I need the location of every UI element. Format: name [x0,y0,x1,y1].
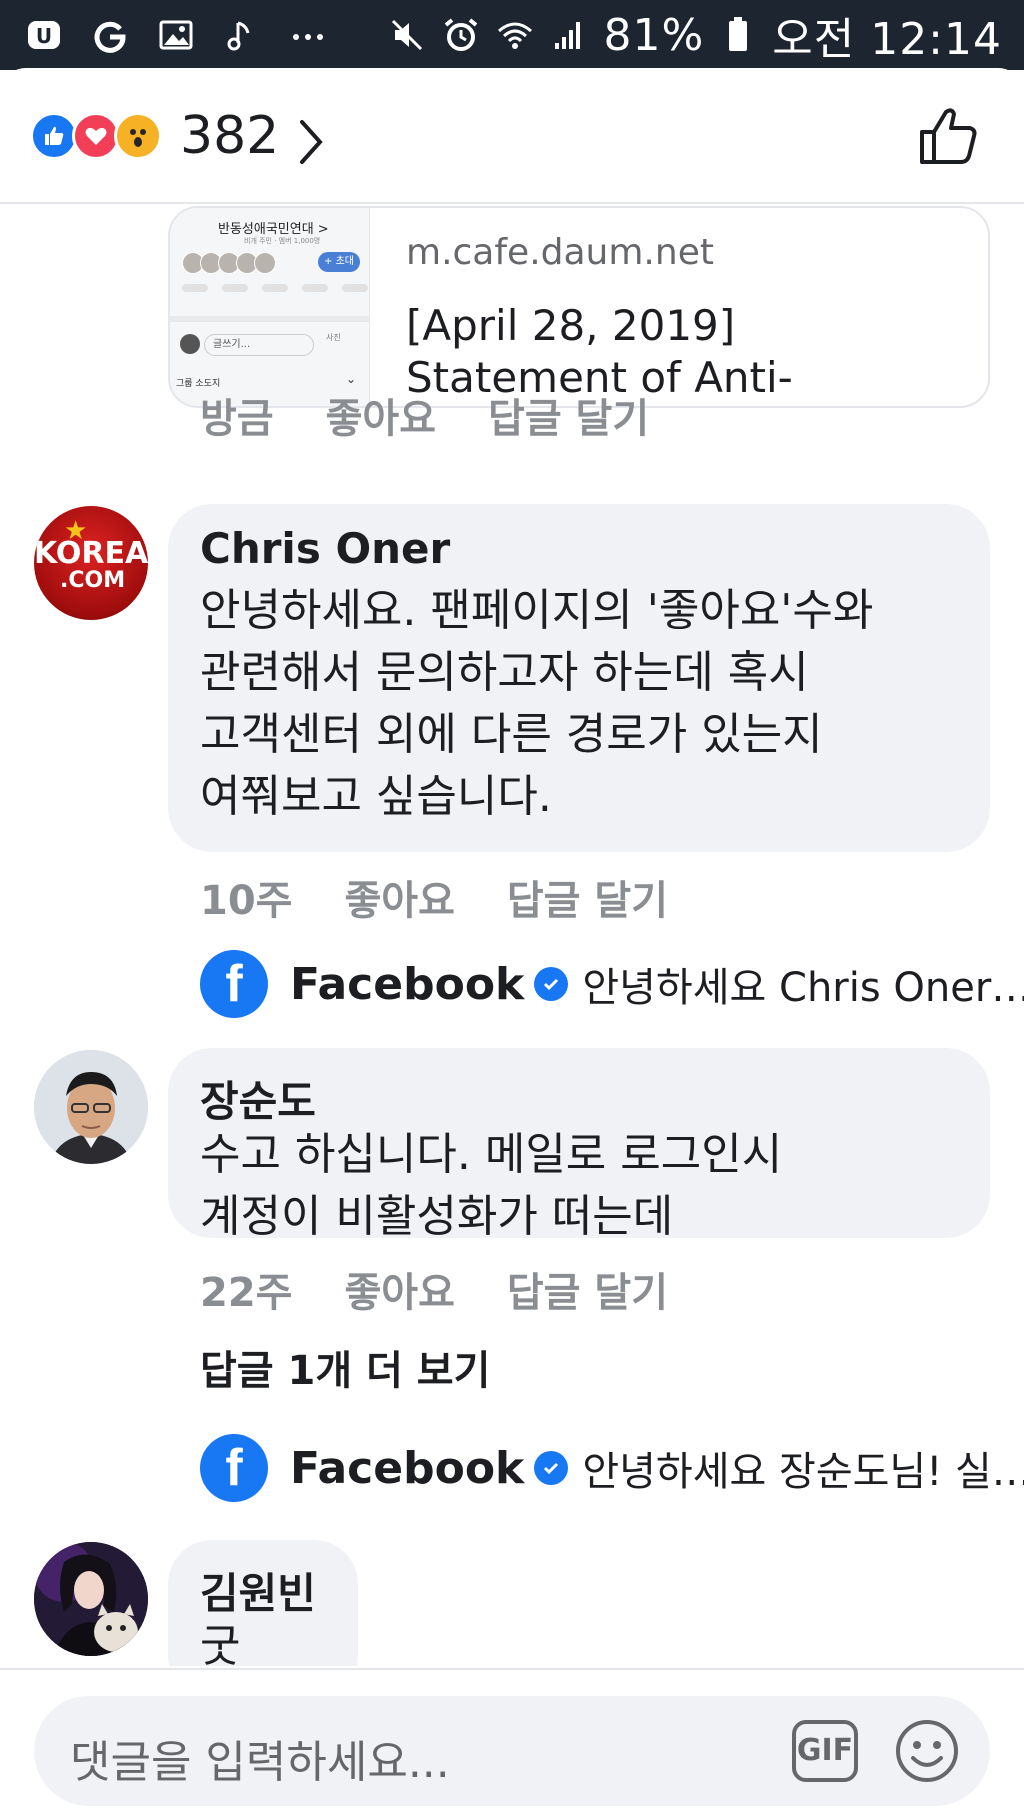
comment-reply-link[interactable]: 답글 달기 [507,1260,668,1318]
avatar-logo-mark: KOREA [34,536,148,571]
mute-icon [387,15,427,55]
gallery-icon [156,15,196,55]
thumb-photo-label: 사진 [326,333,341,342]
battery-icon [718,15,758,55]
comment-line: 관련해서 문의하고자 하는데 혹시 [200,647,809,698]
love-reaction-icon [72,112,120,160]
link-domain: m.cafe.daum.net [406,232,714,273]
like-post-button[interactable] [916,104,980,168]
comment-meta: 22주 좋아요 답글 달기 [200,1260,720,1318]
reaction-count[interactable]: 382 [180,106,279,166]
more-notifications-icon [288,15,328,55]
verified-badge-icon [534,967,569,1001]
comment-line: 고객센터 외에 다른 경로가 있는지 [200,709,823,760]
thumb-invite-button: + 초대 [318,252,360,272]
comment-time: 10주 [200,878,293,924]
comment-like-link[interactable]: 좋아요 [344,1260,454,1318]
app-notification-icon: U [24,15,64,55]
comment-line: 수고 하십니다. 메일로 로그인시 [200,1129,783,1180]
emoji-icon[interactable] [894,1718,960,1784]
thumb-member-avatars [182,252,276,274]
comment-text: 안녕하세요. 팬페이지의 '좋아요'수와 관련해서 문의하고자 하는데 혹시 고… [200,580,873,828]
thumb-divider [170,316,370,322]
avatar-logo-mark: .COM [60,568,126,593]
like-reaction-icon [30,112,78,160]
reply-snippet: 안녕하세요 장순도님! 실… [582,1449,1024,1495]
reaction-summary[interactable] [30,112,162,160]
reply-preview[interactable]: f Facebook 안녕하세요 장순도님! 실… [200,1432,1024,1504]
avatar[interactable] [34,1050,148,1164]
thumb-write-field: 글쓰기... [204,334,314,356]
facebook-logo-icon: f [200,1434,268,1502]
reactions-header: 382 [0,68,1024,204]
chevron-right-icon[interactable] [292,112,332,172]
reply-author: Facebook [290,1442,525,1494]
avatar[interactable]: ★ KOREA .COM [34,506,148,620]
wifi-icon [495,15,535,55]
comment-time: 방금 [200,396,274,442]
comment-list: 반동성애국민연대 > 비개 주민 · 멤버 1,000명 + 초대 글쓰기...… [0,206,1024,1666]
music-note-icon [222,15,262,55]
thumb-tabs [182,284,368,292]
comment-reply-link[interactable]: 답글 달기 [507,868,668,926]
facebook-logo-icon: f [200,950,268,1018]
thumb-title: 반동성애국민연대 > [218,222,329,237]
comment-input[interactable]: 댓글을 입력하세요... GIF [34,1696,990,1806]
comment-reply-link[interactable]: 답글 달기 [488,386,649,444]
comment-line: 굿 [200,1621,241,1666]
comment-text: 굿 [200,1616,240,1666]
comment-input-placeholder: 댓글을 입력하세요... [70,1737,450,1788]
svg-text:U: U [36,24,52,48]
gif-button[interactable]: GIF [792,1720,858,1782]
comment-meta: 방금 좋아요 답글 달기 [200,386,701,444]
comment-like-link[interactable]: 좋아요 [326,386,436,444]
thumb-subtitle: 비개 주민 · 멤버 1,000명 [244,237,321,245]
comment-text: 수고 하십니다. 메일로 로그인시 계정이 비활성화가 떠는데 [200,1124,782,1248]
verified-badge-icon [534,1451,569,1485]
view-more-replies-link[interactable]: 답글 1개 더 보기 [200,1338,490,1396]
comments-sheet: 382 반동성애국민연대 > 비개 주민 · 멤버 1,000명 + 초대 글쓰… [0,68,1024,1820]
comment-line: 여쭤보고 싶습니다. [200,771,552,822]
link-preview-card[interactable]: 반동성애국민연대 > 비개 주민 · 멤버 1,000명 + 초대 글쓰기...… [168,206,990,408]
comment-composer: 댓글을 입력하세요... GIF [0,1668,1024,1820]
google-icon [90,15,130,55]
signal-icon [549,15,589,55]
alarm-icon [441,15,481,55]
reply-preview[interactable]: f Facebook 안녕하세요 Chris Oner… [200,948,1024,1020]
status-bar: U 81% 오전 12:14 [0,0,1024,70]
wow-reaction-icon [114,112,162,160]
thumb-user-avatar [180,334,200,354]
clock: 오전 12:14 [772,14,1002,65]
reply-snippet: 안녕하세요 Chris Oner… [582,965,1024,1011]
comment-line: 안녕하세요. 팬페이지의 '좋아요'수와 [200,585,874,636]
comment-meta: 10주 좋아요 답글 달기 [200,868,720,926]
battery-percent: 81% [603,9,705,61]
avatar[interactable] [34,1542,148,1656]
comment-author[interactable]: Chris Oner [200,524,450,573]
comment-like-link[interactable]: 좋아요 [344,868,454,926]
comment-line: 계정이 비활성화가 떠는데 [200,1191,674,1242]
link-thumbnail: 반동성애국민연대 > 비개 주민 · 멤버 1,000명 + 초대 글쓰기...… [170,208,370,406]
thumb-chevron-down-icon: ⌄ [346,372,357,386]
comment-author[interactable]: 김원빈 [200,1560,316,1621]
comment-time: 22주 [200,1270,293,1316]
reply-author: Facebook [290,958,525,1010]
comment-author[interactable]: 장순도 [200,1068,316,1129]
